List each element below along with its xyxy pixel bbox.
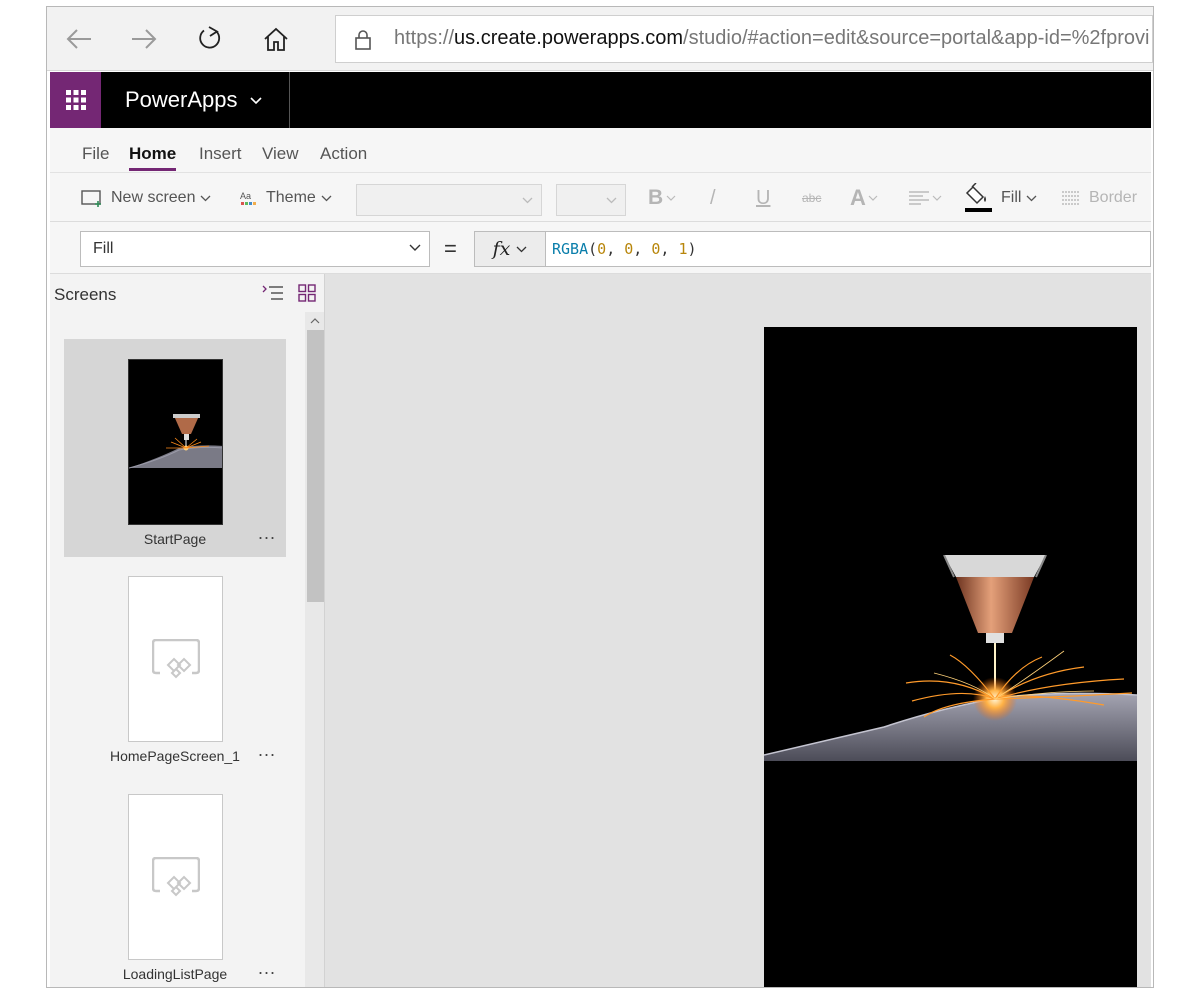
screen-item-homepagescreen-1[interactable]: HomePageScreen_1 ... bbox=[64, 556, 286, 774]
equals-sign: = bbox=[444, 236, 457, 261]
chevron-down-icon bbox=[1026, 195, 1037, 201]
canvas-screen[interactable] bbox=[764, 327, 1137, 987]
chevron-down-icon bbox=[932, 195, 942, 201]
app-launcher-button[interactable] bbox=[50, 72, 101, 128]
app-placeholder-icon bbox=[152, 857, 200, 897]
formula-input[interactable]: RGBA(0, 0, 0, 1) bbox=[545, 231, 1151, 267]
underline-button[interactable]: U bbox=[756, 173, 770, 223]
fx-button[interactable]: fx bbox=[474, 231, 546, 267]
chevron-down-icon bbox=[321, 195, 332, 201]
ribbon-tabs: File Home Insert View Action bbox=[50, 128, 1151, 172]
new-screen-button[interactable]: New screen bbox=[81, 173, 211, 223]
more-options-button[interactable]: ... bbox=[258, 523, 276, 544]
formula-text: RGBA(0, 0, 0, 1) bbox=[552, 240, 697, 258]
fill-button[interactable]: Fill bbox=[965, 173, 1037, 223]
chevron-down-icon bbox=[409, 244, 421, 251]
address-bar[interactable]: https://us.create.powerapps.com/studio/#… bbox=[335, 15, 1153, 63]
design-canvas[interactable] bbox=[325, 274, 1151, 987]
home-icon bbox=[264, 27, 288, 51]
app-name-menu[interactable]: PowerApps bbox=[101, 72, 290, 128]
grid-view-icon bbox=[298, 284, 316, 302]
chevron-down-icon bbox=[516, 246, 527, 252]
chevron-down-icon bbox=[606, 197, 617, 204]
screen-name: StartPage bbox=[143, 531, 207, 547]
tab-home[interactable]: Home bbox=[129, 144, 177, 171]
refresh-button[interactable] bbox=[190, 19, 230, 59]
scrollbar-thumb[interactable] bbox=[307, 330, 324, 602]
laser-image bbox=[129, 360, 222, 524]
app-header: PowerApps bbox=[50, 72, 1151, 128]
chevron-down-icon bbox=[522, 197, 533, 204]
property-select[interactable]: Fill bbox=[80, 231, 430, 267]
new-screen-icon bbox=[81, 190, 101, 207]
theme-icon: Aa bbox=[240, 191, 256, 205]
app-placeholder-icon bbox=[152, 639, 200, 679]
screen-item-loadinglistpage[interactable]: LoadingListPage ... bbox=[64, 774, 286, 987]
tab-insert[interactable]: Insert bbox=[199, 144, 242, 164]
svg-text:Aa: Aa bbox=[240, 191, 251, 201]
screens-title: Screens bbox=[54, 285, 117, 304]
border-button[interactable]: Border bbox=[1061, 173, 1142, 223]
forward-button[interactable] bbox=[124, 19, 164, 59]
chevron-up-icon bbox=[310, 318, 319, 324]
screens-panel: Screens StartPage ... HomePageScreen_1 .… bbox=[50, 274, 325, 987]
waffle-icon bbox=[65, 90, 86, 110]
screen-item-startpage[interactable]: StartPage ... bbox=[64, 339, 286, 557]
paint-bucket-icon bbox=[965, 183, 992, 212]
refresh-icon bbox=[199, 26, 221, 49]
screens-scrollbar[interactable] bbox=[305, 312, 324, 987]
align-left-icon bbox=[909, 191, 929, 205]
font-family-select[interactable] bbox=[356, 184, 542, 216]
tab-view[interactable]: View bbox=[262, 144, 299, 164]
tab-action[interactable]: Action bbox=[320, 144, 367, 164]
tab-file[interactable]: File bbox=[82, 144, 109, 164]
lock-icon bbox=[354, 29, 372, 56]
screen-name: LoadingListPage bbox=[122, 966, 228, 982]
laser-image[interactable] bbox=[764, 555, 1137, 761]
browser-toolbar: https://us.create.powerapps.com/studio/#… bbox=[47, 7, 1153, 71]
list-view-icon bbox=[262, 285, 283, 300]
chevron-down-icon bbox=[201, 195, 211, 201]
home-button[interactable] bbox=[256, 19, 296, 59]
fx-icon: fx bbox=[492, 238, 511, 260]
property-value: Fill bbox=[93, 240, 114, 257]
list-view-button[interactable] bbox=[262, 284, 284, 307]
grid-view-button[interactable] bbox=[298, 284, 316, 307]
chevron-down-icon bbox=[868, 195, 878, 201]
scroll-up-button[interactable] bbox=[305, 312, 324, 330]
font-color-button[interactable]: A bbox=[850, 173, 878, 223]
screen-thumbnail bbox=[128, 576, 223, 742]
app-window: https://us.create.powerapps.com/studio/#… bbox=[46, 6, 1154, 988]
chevron-down-icon bbox=[249, 97, 262, 105]
chevron-down-icon bbox=[666, 195, 676, 201]
theme-button[interactable]: Aa Theme bbox=[240, 173, 332, 223]
screen-thumbnail bbox=[128, 359, 223, 525]
strikethrough-button[interactable]: abc bbox=[802, 173, 821, 223]
app-name: PowerApps bbox=[125, 87, 238, 112]
screen-thumbnail bbox=[128, 794, 223, 960]
forward-icon bbox=[132, 29, 157, 49]
border-icon bbox=[1062, 191, 1080, 205]
more-options-button[interactable]: ... bbox=[258, 740, 276, 761]
url-text: https://us.create.powerapps.com/studio/#… bbox=[394, 27, 1150, 49]
back-button[interactable] bbox=[59, 19, 99, 59]
more-options-button[interactable]: ... bbox=[258, 958, 276, 979]
align-button[interactable] bbox=[908, 173, 942, 223]
formula-bar: Fill = fx RGBA(0, 0, 0, 1) bbox=[50, 222, 1151, 274]
back-icon bbox=[66, 29, 91, 49]
screen-name: HomePageScreen_1 bbox=[110, 748, 240, 764]
home-toolbar: New screen Aa Theme B / U abc A Fill Bor… bbox=[50, 172, 1151, 222]
bold-button[interactable]: B bbox=[648, 173, 676, 223]
font-size-select[interactable] bbox=[556, 184, 626, 216]
italic-button[interactable]: / bbox=[710, 173, 716, 223]
